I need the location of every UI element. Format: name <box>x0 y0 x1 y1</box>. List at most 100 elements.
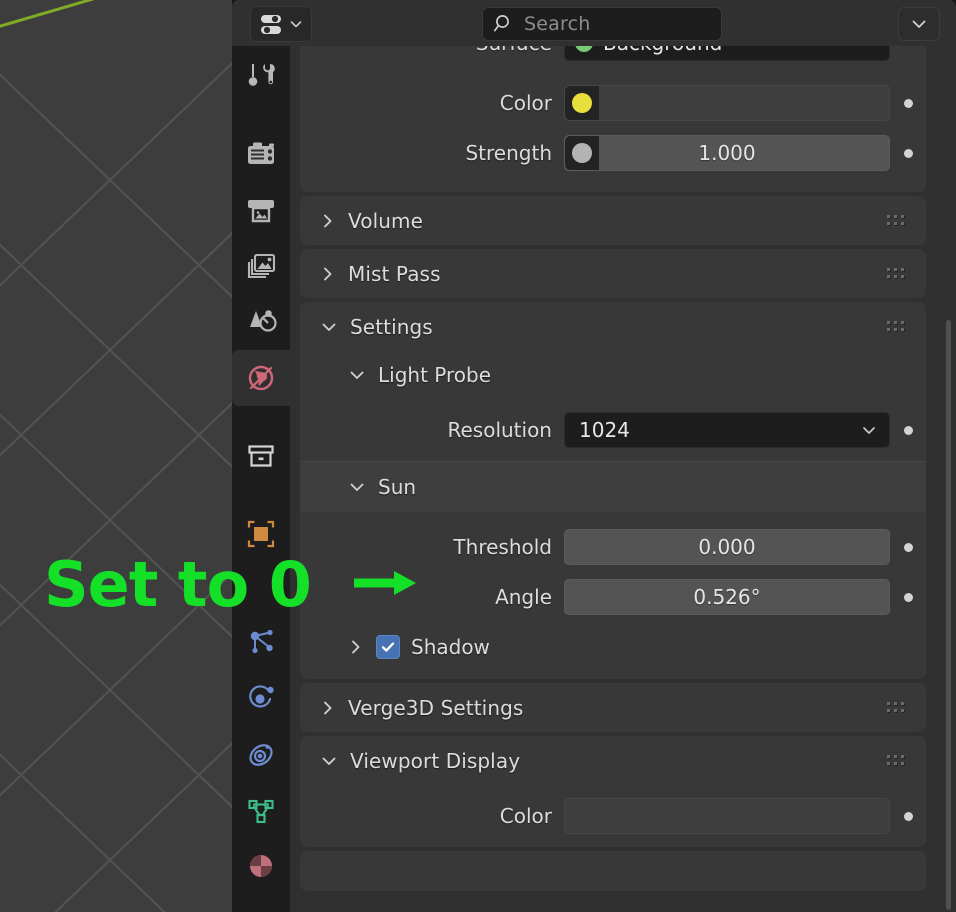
viewport-display-header[interactable]: Viewport Display <box>300 736 926 785</box>
properties-header: Search <box>232 0 956 46</box>
surface-panel: Surface Background Color <box>300 46 926 192</box>
properties-scrollbar[interactable] <box>946 320 951 910</box>
search-input[interactable]: Search <box>482 7 722 41</box>
volume-panel: Volume <box>300 196 926 245</box>
editor-type-button[interactable] <box>250 6 312 42</box>
sidebar-item-world[interactable] <box>232 350 290 406</box>
shadow-subpanel-header[interactable]: Shadow <box>300 622 926 679</box>
chevron-down-icon <box>322 757 336 765</box>
panel-grip-icon[interactable] <box>887 320 909 333</box>
particles-icon <box>249 685 274 708</box>
threshold-animate-decorator[interactable] <box>904 542 913 552</box>
strength-animate-decorator[interactable] <box>904 148 913 158</box>
threshold-label: Threshold <box>453 535 552 559</box>
mist-pass-panel-header[interactable]: Mist Pass <box>300 249 926 298</box>
resolution-label: Resolution <box>447 418 552 442</box>
sidebar-item-view-layer[interactable] <box>232 238 290 294</box>
viewport-color-label: Color <box>499 804 552 828</box>
sidebar-item-render[interactable] <box>232 126 290 182</box>
annotation-text: Set to 0 <box>44 548 312 621</box>
color-value-field[interactable] <box>564 85 890 121</box>
chevron-right-icon <box>324 701 332 714</box>
viewport-color-field[interactable] <box>564 798 890 834</box>
chevron-right-icon <box>324 214 332 227</box>
angle-slider[interactable]: 0.526° <box>564 579 890 615</box>
verge3d-settings-title: Verge3D Settings <box>348 695 524 720</box>
volume-panel-header[interactable]: Volume <box>300 196 926 245</box>
viewport-display-title: Viewport Display <box>350 748 521 773</box>
threshold-value: 0.000 <box>698 535 756 559</box>
surface-row[interactable]: Surface Background <box>300 46 926 61</box>
chevron-down-icon <box>322 323 336 331</box>
3d-viewport[interactable] <box>0 0 232 912</box>
surface-label: Surface <box>300 46 564 55</box>
panel-grip-icon[interactable] <box>887 701 909 714</box>
properties-tab-rail <box>232 46 290 912</box>
resolution-dropdown[interactable]: 1024 <box>564 412 890 448</box>
world-globe-icon <box>248 365 274 391</box>
strength-value: 1.000 <box>698 141 756 165</box>
constraint-triangle-icon <box>248 799 274 824</box>
sidebar-item-output[interactable] <box>232 182 290 238</box>
sidebar-item-material[interactable] <box>232 838 290 894</box>
wrench-nodes-icon <box>250 629 273 654</box>
node-type-dot <box>575 46 593 52</box>
light-probe-subpanel-header[interactable]: Light Probe <box>300 351 926 399</box>
panel-grip-icon[interactable] <box>887 754 909 767</box>
chevron-down-icon <box>290 21 301 28</box>
chevron-down-icon <box>350 483 364 491</box>
camera-back-icon <box>248 142 274 164</box>
angle-label: Angle <box>495 585 552 609</box>
angle-value: 0.526° <box>693 585 761 609</box>
next-panel-partial[interactable] <box>300 851 926 891</box>
mist-pass-panel-title: Mist Pass <box>348 261 441 286</box>
panel-grip-icon[interactable] <box>887 267 909 280</box>
strength-row[interactable]: Strength 1.000 <box>300 128 926 192</box>
editor-options-button[interactable] <box>898 7 940 41</box>
tab-separator <box>232 484 290 506</box>
settings-panel-header[interactable]: Settings <box>300 302 926 351</box>
chevron-right-icon <box>324 267 332 280</box>
panel-grip-icon[interactable] <box>887 214 909 227</box>
viewport-color-row[interactable]: Color <box>300 785 926 847</box>
verge3d-settings-header[interactable]: Verge3D Settings <box>300 683 926 732</box>
tab-separator <box>232 406 290 428</box>
sun-subpanel-header[interactable]: Sun <box>300 461 926 512</box>
sidebar-item-modifiers[interactable] <box>232 614 290 670</box>
sidebar-item-object-constraints[interactable] <box>232 782 290 838</box>
resolution-animate-decorator[interactable] <box>904 425 913 435</box>
search-icon <box>493 15 509 32</box>
editor-type-icon <box>260 15 281 34</box>
sidebar-item-physics[interactable] <box>232 726 290 782</box>
properties-content[interactable]: Surface Background Color <box>290 46 956 912</box>
viewport-display-panel: Viewport Display Color <box>300 736 926 847</box>
color-animate-decorator[interactable] <box>904 98 913 108</box>
chevron-down-icon <box>350 371 364 379</box>
physics-orbit-icon <box>249 744 273 766</box>
shadow-label: Shadow <box>411 634 490 659</box>
tab-separator <box>232 104 290 126</box>
sidebar-item-tool[interactable] <box>232 46 290 104</box>
threshold-slider[interactable]: 0.000 <box>564 529 890 565</box>
color-swatch-box[interactable] <box>565 86 599 120</box>
sidebar-item-collection[interactable] <box>232 428 290 484</box>
threshold-row[interactable]: Threshold 0.000 <box>300 522 926 572</box>
color-row[interactable]: Color <box>300 78 926 128</box>
object-square-icon <box>247 520 275 548</box>
box-icon <box>248 445 274 467</box>
color-label: Color <box>499 91 552 115</box>
scene-cone-icon <box>250 310 277 332</box>
chevron-right-icon <box>352 640 360 653</box>
shadow-checkbox[interactable] <box>376 634 400 659</box>
surface-value-field[interactable]: Background <box>564 46 890 61</box>
viewport-grid <box>0 0 232 912</box>
blender-window: Search Color Strength 1.000 Volume Mist … <box>0 0 956 912</box>
resolution-row[interactable]: Resolution 1024 <box>300 399 926 461</box>
settings-panel: Settings Light Probe Resolution 1024 Sun… <box>300 302 926 679</box>
strength-value-field[interactable]: 1.000 <box>564 135 890 171</box>
viewport-color-animate-decorator[interactable] <box>904 811 913 821</box>
sidebar-item-particles[interactable] <box>232 670 290 726</box>
angle-animate-decorator[interactable] <box>904 592 913 602</box>
sun-title: Sun <box>378 475 417 499</box>
sidebar-item-scene[interactable] <box>232 294 290 350</box>
